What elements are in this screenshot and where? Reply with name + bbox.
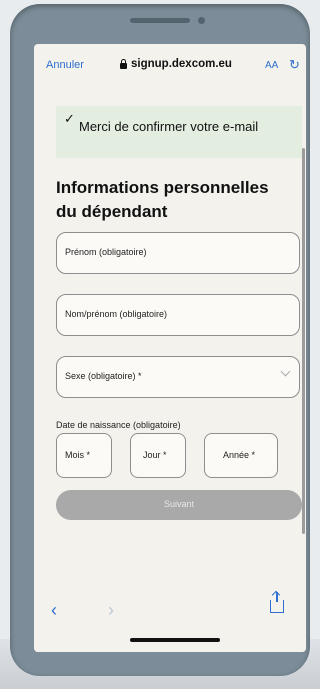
- url-display[interactable]: signup.dexcom.eu: [120, 58, 232, 70]
- dob-label: Date de naissance (obligatoire): [56, 420, 181, 430]
- home-indicator[interactable]: [130, 638, 220, 642]
- chevron-down-icon: [280, 366, 291, 377]
- url-text: signup.dexcom.eu: [131, 58, 232, 70]
- first-name-field[interactable]: Prénom (obligatoire): [56, 232, 300, 274]
- share-icon[interactable]: [270, 592, 284, 613]
- last-name-placeholder: Nom/prénom (obligatoire): [65, 309, 168, 319]
- phone-speaker: [130, 18, 190, 23]
- browser-toolbar: ‹ ›: [34, 588, 306, 652]
- scrollbar[interactable]: [302, 148, 305, 534]
- sex-placeholder: Sexe (obligatoire) *: [65, 371, 142, 381]
- cancel-button[interactable]: Annuler: [46, 59, 84, 71]
- next-button-label: Suivant: [163, 499, 195, 509]
- address-bar: Annuler signup.dexcom.eu AA ↻: [34, 44, 306, 88]
- reload-icon[interactable]: ↻: [289, 57, 300, 73]
- text-size-button[interactable]: AA: [265, 60, 278, 71]
- checkmark-icon: ✓: [64, 111, 75, 126]
- dob-month-field[interactable]: Mois *: [56, 433, 112, 478]
- dob-day-field[interactable]: Jour *: [130, 433, 186, 478]
- sex-select[interactable]: Sexe (obligatoire) *: [56, 356, 300, 398]
- last-name-field[interactable]: Nom/prénom (obligatoire): [56, 294, 300, 336]
- dob-year-field[interactable]: Année *: [204, 433, 278, 478]
- page-title: Informations personnelles du dépendant: [56, 178, 269, 221]
- lock-icon: [120, 59, 127, 69]
- dob-month-placeholder: Mois *: [65, 450, 91, 460]
- next-button[interactable]: Suivant: [56, 490, 302, 520]
- phone-frame: Annuler signup.dexcom.eu AA ↻ ✓ Merci de…: [10, 4, 310, 676]
- dob-day-placeholder: Jour *: [143, 450, 167, 460]
- browser-screen: Annuler signup.dexcom.eu AA ↻ ✓ Merci de…: [34, 44, 306, 652]
- first-name-placeholder: Prénom (obligatoire): [65, 247, 147, 257]
- forward-arrow-icon[interactable]: ›: [108, 600, 114, 621]
- phone-camera: [198, 17, 205, 24]
- banner-text: Merci de confirmer votre e-mail: [79, 119, 259, 134]
- back-arrow-icon[interactable]: ‹: [51, 600, 57, 621]
- dob-year-placeholder: Année *: [223, 450, 256, 460]
